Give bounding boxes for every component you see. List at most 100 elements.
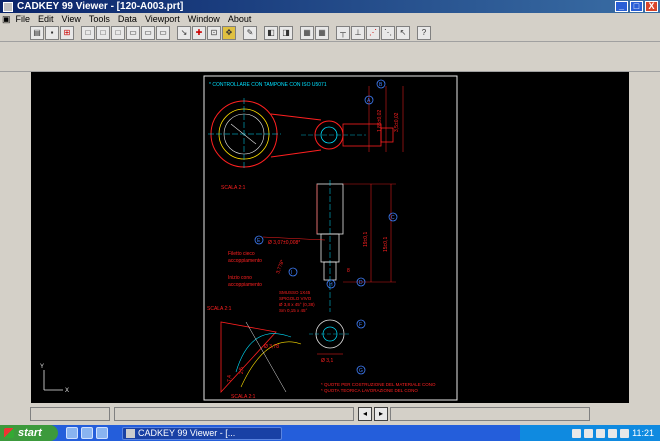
taskbar: start CADKEY 99 Viewer - [... 11:21 [0,425,660,441]
shaft-group: 19±0,1 15±0,1 C D 8 [316,180,398,312]
snap-icon[interactable]: ⋱ [381,26,395,40]
start-label: start [18,427,42,439]
status-bar: ◂ ▸ [0,403,660,425]
circle-letter-h: H [329,282,333,288]
task-cadkey[interactable]: CADKEY 99 Viewer - [... [122,426,282,440]
print-icon[interactable]: ⊞ [60,26,74,40]
update-icon[interactable] [608,428,618,438]
scale-left: SCALA 2:1 [207,306,232,312]
color-icon[interactable]: ▦ [300,26,314,40]
left-panel [0,72,31,403]
view-back-icon[interactable]: ▭ [141,26,155,40]
cadkey-task-icon [126,428,135,438]
zoom-window-icon[interactable]: ✚ [192,26,206,40]
view-side-icon[interactable]: □ [111,26,125,40]
toolbar-strip [0,42,660,72]
nav-prev-button[interactable]: ◂ [358,407,372,421]
left-labels: Ø 3,07±0,008* E Filetto cieco accoppiame… [228,235,336,289]
doc-icon[interactable]: ▣ [2,14,11,25]
dim-74: 7,4 [227,375,233,382]
circle-letter-d: D [359,280,363,286]
menu-edit[interactable]: Edit [38,14,54,24]
menu-file[interactable]: File [16,14,31,24]
label-inizio: Inizio cono [228,275,252,281]
circle-letter-g: G [359,368,363,374]
arm-top [270,113,322,121]
scale-top: SCALA 2:1 [221,185,246,191]
label-accopp-1: accoppiamento [228,258,262,264]
arm-bottom [270,149,322,158]
sheet-border [203,75,458,401]
dim-15: 15±0,1 [383,237,389,252]
windows-flag-icon [4,428,14,438]
network-icon[interactable] [572,428,582,438]
window-controls: _ □ X [615,1,658,12]
menu-data[interactable]: Data [118,14,137,24]
circle-letter-f: F [359,322,362,328]
view-iso-icon[interactable]: ▭ [126,26,140,40]
note-38: Ø 3,8 x 45° (0,38) [279,302,315,307]
open-icon[interactable]: ▤ [30,26,44,40]
app-icon [3,1,13,12]
status-field-3 [390,407,590,421]
cursor-icon[interactable]: ↖ [396,26,410,40]
zoom-in-icon[interactable]: ↘ [177,26,191,40]
right-panel [629,72,660,403]
notes-block: SMUSSO 1X45 SPIGOLO VIVO Ø 3,8 x 45° (0,… [279,290,315,313]
dimension-icon[interactable]: ⊥ [351,26,365,40]
menu-bar: ▣ File Edit View Tools Data Viewport Win… [0,13,660,25]
note-spigolo: SPIGOLO VIVO [279,296,312,301]
redraw-icon[interactable]: ✎ [243,26,257,40]
browser-icon[interactable] [66,427,78,439]
dim-3778: 3,778* [275,259,286,275]
pan-icon[interactable]: ✥ [222,26,236,40]
top-view-group: SCALA 2:1 [208,98,394,191]
note-bottom-1: * QUOTE PER COSTRUZIONE DEL MATERIALE CO… [321,382,436,387]
menu-view[interactable]: View [62,14,81,24]
grid-icon[interactable]: ⋰ [366,26,380,40]
circle-letter-a: A [367,98,371,104]
view-top-icon[interactable]: □ [81,26,95,40]
zoom-all-icon[interactable]: ⊡ [207,26,221,40]
save-icon[interactable]: ▪ [45,26,59,40]
dim-d31: Ø 3,1 [321,358,333,364]
clock: 11:21 [632,428,654,438]
note-bottom-2: * QUOTA TEORICA LAVORAZIONE DEL CONO [321,388,418,393]
close-button[interactable]: X [645,1,658,12]
level-icon[interactable]: ◨ [279,26,293,40]
menu-about[interactable]: About [228,14,252,24]
title-bar: CADKEY 99 Viewer - [120-A003.prt] _ □ X [0,0,660,13]
measure-icon[interactable]: ┬ [336,26,350,40]
bottom-view-group: Ø 3,1 F G [309,319,366,375]
start-button[interactable]: start [0,425,58,441]
dim-1: 1,85±0,02 [377,110,383,132]
desktop-icon[interactable] [81,427,93,439]
maximize-button[interactable]: □ [630,1,643,12]
minimize-button[interactable]: _ [615,1,628,12]
menu-viewport[interactable]: Viewport [145,14,180,24]
status-field-1 [30,407,110,421]
security-icon[interactable] [596,428,606,438]
axis-x-label: X [65,388,69,394]
layer-icon[interactable]: ◧ [264,26,278,40]
system-tray: 11:21 [520,425,660,441]
style-icon[interactable]: ▦ [315,26,329,40]
mail-icon[interactable] [96,427,108,439]
volume-icon[interactable] [584,428,594,438]
cad-drawing: * CONTROLLARE CON TAMPONE CON ISO U5071 … [40,75,458,401]
view-front-icon[interactable]: □ [96,26,110,40]
quick-launch [66,427,108,439]
help-button[interactable]: ? [417,26,431,40]
status-field-2 [114,407,354,421]
drawing-canvas[interactable]: * CONTROLLARE CON TAMPONE CON ISO U5071 … [31,72,629,403]
view-bottom-icon[interactable]: ▭ [156,26,170,40]
axis-indicator: Y X [40,364,69,394]
dim-19: 19±0,1 [363,232,369,247]
menu-window[interactable]: Window [188,14,220,24]
menu-tools[interactable]: Tools [89,14,110,24]
dim-diameter: Ø 3,07±0,008* [268,240,300,246]
scale-bottom: SCALA 2:1 [231,394,256,400]
antivirus-icon[interactable] [620,428,630,438]
nav-next-button[interactable]: ▸ [374,407,388,421]
right-dims: 1,85±0,02 3,5±0,02 A B [364,79,404,152]
